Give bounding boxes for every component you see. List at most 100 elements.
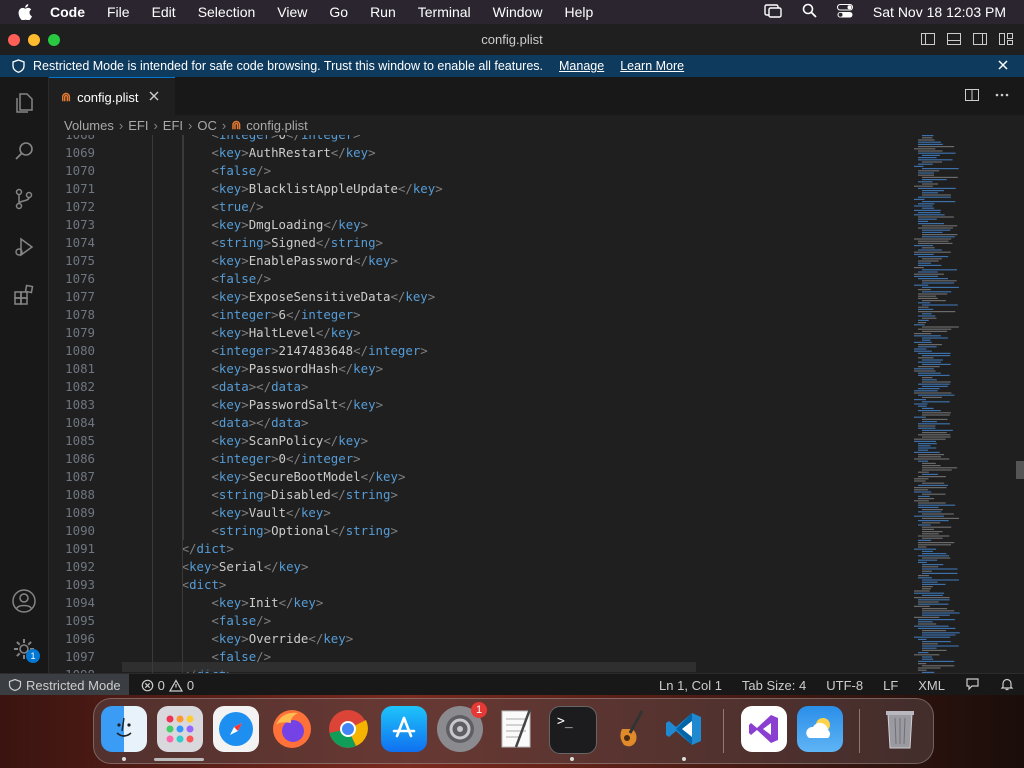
minimap-line [918, 603, 949, 605]
minimap-line [922, 473, 938, 475]
minimap-line [922, 509, 943, 511]
minimap-line [922, 359, 943, 361]
explorer-icon[interactable] [0, 79, 48, 127]
system-settings-icon[interactable]: 1 [437, 702, 487, 752]
line-number: 1072 [65, 199, 95, 214]
scrollbar-thumb[interactable] [1016, 461, 1024, 479]
search-icon[interactable] [0, 127, 48, 175]
vscode-icon[interactable] [661, 706, 707, 752]
menu-file[interactable]: File [107, 4, 130, 20]
firefox-icon[interactable] [269, 706, 315, 752]
control-center-icon[interactable] [836, 3, 853, 21]
terminal-icon[interactable]: >_ [549, 706, 597, 754]
vertical-scrollbar[interactable] [1014, 135, 1024, 673]
minimap-line [922, 269, 958, 271]
safari-icon[interactable] [213, 706, 259, 752]
warning-icon [168, 678, 183, 692]
line-content: <key>Vault</key> [211, 505, 331, 520]
minimap-line [922, 317, 937, 319]
restricted-shield-icon [8, 679, 22, 691]
split-editor-icon[interactable] [964, 87, 980, 108]
line-number: 1098 [49, 666, 95, 673]
problems-indicator[interactable]: 0 0 [141, 678, 194, 693]
close-icon[interactable] [996, 58, 1010, 75]
tab-config-plist[interactable]: ⋒ config.plist [49, 77, 175, 116]
window-title: config.plist [481, 32, 543, 47]
minimap-line [918, 264, 942, 266]
minimap-line [914, 335, 941, 337]
line-number: 1090 [65, 523, 95, 538]
close-tab-icon[interactable] [148, 90, 160, 105]
line-number: 1094 [65, 595, 95, 610]
menu-go[interactable]: Go [329, 4, 348, 20]
minimap-line [922, 634, 956, 636]
screen-mirroring-icon[interactable] [764, 3, 782, 21]
feedback-icon[interactable] [965, 677, 980, 694]
indent-guide [182, 135, 184, 540]
minimap-line [922, 568, 958, 570]
code-editor[interactable]: 1068 <integer>0</integer> 1069 <key>AuthRes… [49, 135, 1024, 673]
minimap[interactable] [912, 135, 1012, 673]
launchpad-icon[interactable] [157, 706, 203, 752]
minimap-line [922, 467, 958, 469]
minimap-line [922, 658, 934, 660]
manage-link[interactable]: Manage [559, 59, 604, 73]
manage-gear-icon[interactable]: 1 [0, 625, 48, 673]
breadcrumb-efi-sub[interactable]: EFI [163, 118, 183, 133]
menu-code[interactable]: Code [50, 4, 85, 20]
toggle-primary-sidebar-icon[interactable] [920, 31, 936, 52]
breadcrumb-file[interactable]: config.plist [246, 118, 307, 133]
more-actions-icon[interactable] [994, 87, 1010, 108]
weather-icon[interactable] [797, 706, 843, 752]
textedit-icon[interactable] [493, 706, 539, 752]
encoding[interactable]: UTF-8 [826, 678, 863, 693]
cursor-position[interactable]: Ln 1, Col 1 [659, 678, 722, 693]
toggle-panel-icon[interactable] [946, 31, 962, 52]
source-control-icon[interactable] [0, 175, 48, 223]
minimap-line [918, 278, 948, 280]
breadcrumb-efi[interactable]: EFI [128, 118, 148, 133]
extensions-icon[interactable] [0, 271, 48, 319]
visual-studio-icon[interactable] [741, 706, 787, 752]
trash-icon[interactable] [877, 706, 923, 752]
app-store-icon[interactable] [381, 706, 427, 752]
menu-help[interactable]: Help [564, 4, 593, 20]
chrome-icon[interactable] [325, 706, 371, 752]
menubar-clock[interactable]: Sat Nov 18 12:03 PM [873, 4, 1006, 20]
minimap-line [922, 594, 943, 596]
minimap-line [922, 462, 936, 464]
menu-edit[interactable]: Edit [152, 4, 176, 20]
toggle-secondary-sidebar-icon[interactable] [972, 31, 988, 52]
minimap-line [922, 436, 951, 438]
apple-menu-icon[interactable] [18, 4, 36, 20]
breadcrumb-volumes[interactable]: Volumes [64, 118, 114, 133]
horizontal-scrollbar[interactable] [122, 662, 696, 672]
language-mode[interactable]: XML [918, 678, 945, 693]
menu-run[interactable]: Run [370, 4, 396, 20]
menu-window[interactable]: Window [493, 4, 543, 20]
minimap-line [918, 260, 939, 262]
learn-more-link[interactable]: Learn More [620, 59, 684, 73]
menu-terminal[interactable]: Terminal [418, 4, 471, 20]
line-content: <key>EnablePassword</key> [211, 253, 398, 268]
tab-size[interactable]: Tab Size: 4 [742, 678, 806, 693]
minimap-line [922, 337, 948, 339]
line-number: 1080 [65, 343, 95, 358]
line-number: 1071 [65, 181, 95, 196]
garageband-icon[interactable] [605, 706, 651, 752]
run-and-debug-icon[interactable] [0, 223, 48, 271]
breadcrumb-oc[interactable]: OC [197, 118, 217, 133]
finder-icon[interactable] [101, 706, 147, 752]
line-content: <key>Init</key> [211, 595, 324, 610]
restricted-mode-indicator[interactable]: Restricted Mode [0, 674, 129, 696]
end-of-line[interactable]: LF [883, 678, 898, 693]
minimap-line [914, 245, 934, 247]
accounts-icon[interactable] [0, 577, 48, 625]
spotlight-search-icon[interactable] [802, 3, 817, 21]
minimap-line [922, 401, 950, 403]
customize-layout-icon[interactable] [998, 31, 1014, 52]
notifications-bell-icon[interactable] [1000, 677, 1014, 694]
menu-view[interactable]: View [277, 4, 307, 20]
menu-selection[interactable]: Selection [198, 4, 256, 20]
line-number: 1069 [65, 145, 95, 160]
